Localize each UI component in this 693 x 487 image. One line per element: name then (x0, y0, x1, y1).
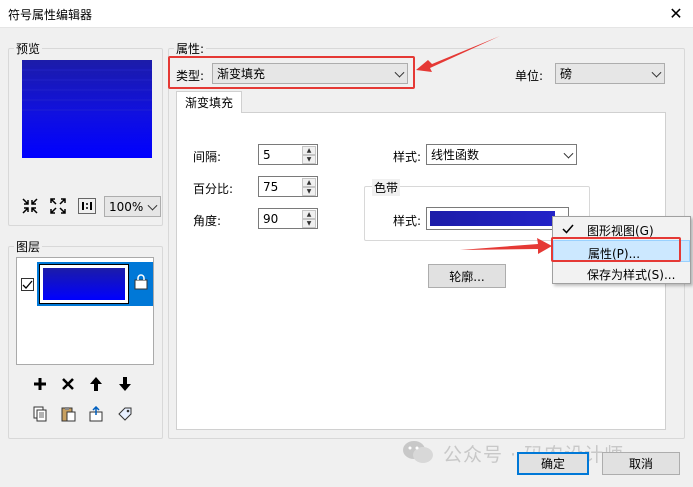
cancel-button[interactable]: 取消 (602, 452, 680, 475)
ok-button-label: 确定 (540, 457, 565, 471)
wechat-icon (401, 438, 437, 466)
type-annotation-arrow (416, 36, 500, 72)
annotation-arrows (416, 36, 552, 254)
menu-annotation-arrow (460, 238, 552, 254)
cancel-button-label: 取消 (628, 457, 653, 471)
ok-button[interactable]: 确定 (517, 452, 589, 475)
